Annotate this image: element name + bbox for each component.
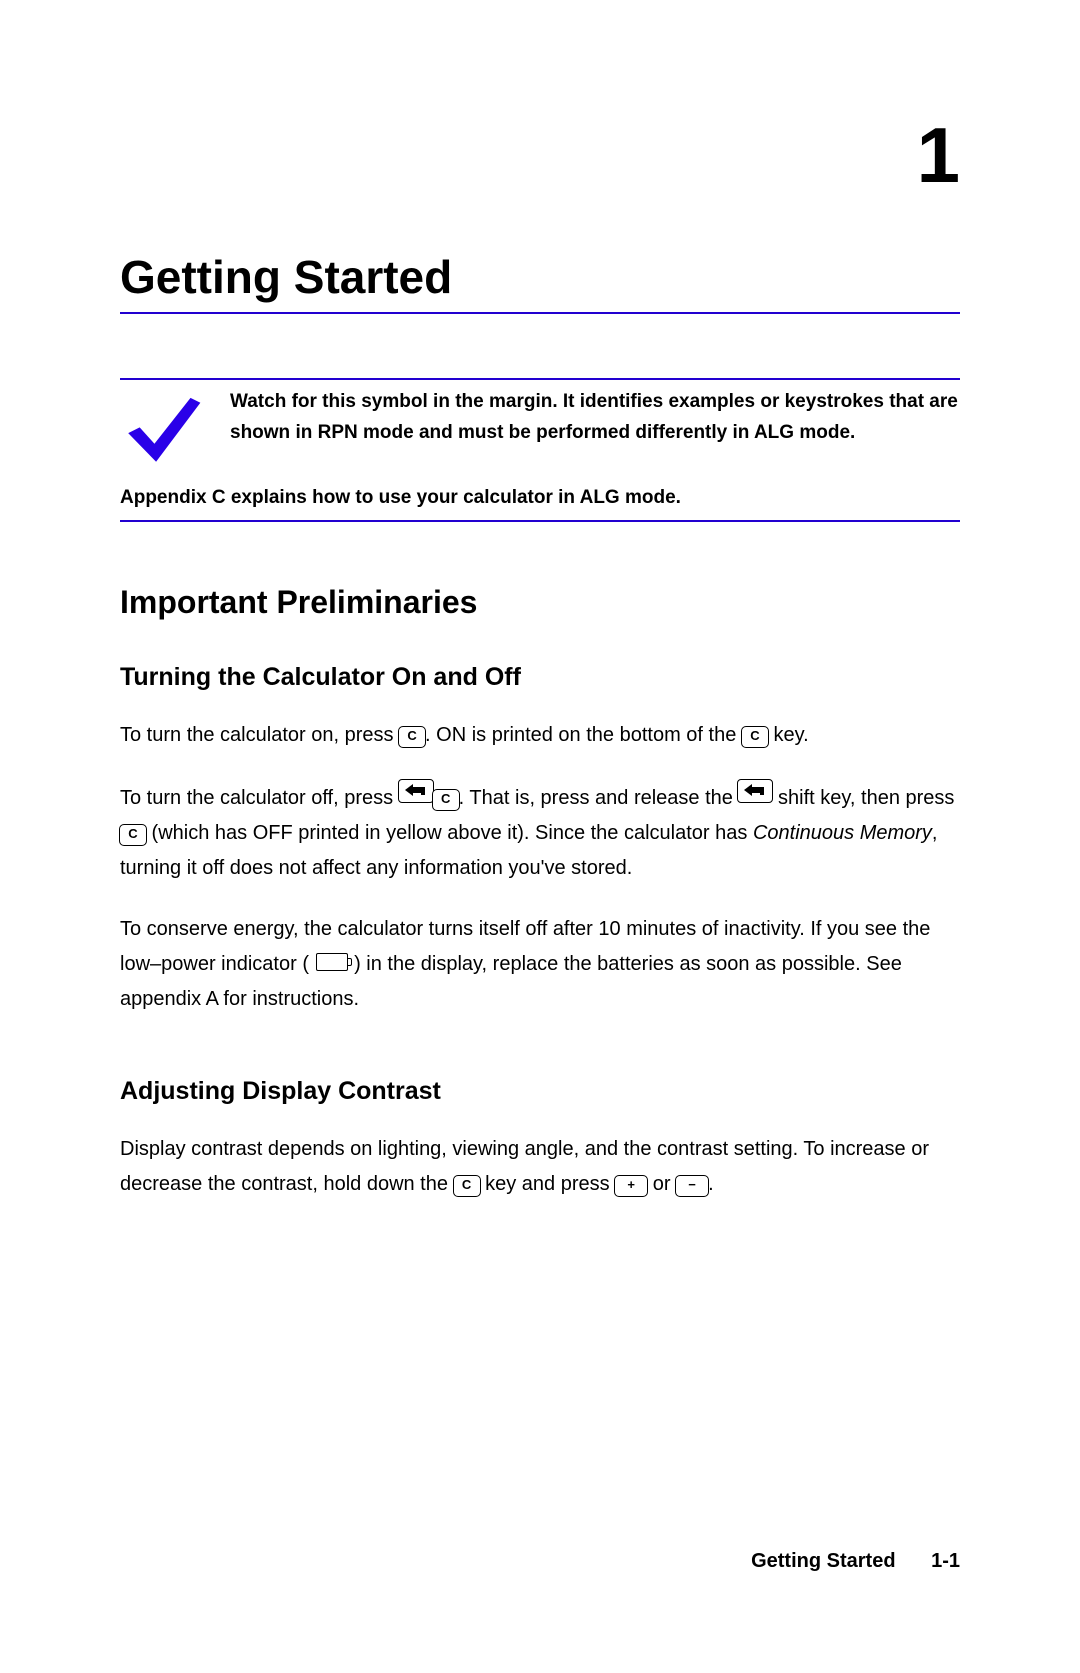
paragraph-conserve: To conserve energy, the calculator turns…: [120, 912, 960, 1017]
callout-text-1: Watch for this symbol in the margin. It …: [230, 386, 960, 449]
keycap-c: C: [432, 789, 460, 811]
checkmark-icon: [120, 388, 202, 470]
keycap-c: C: [398, 726, 426, 748]
page-footer: Getting Started 1-1: [751, 1550, 960, 1573]
callout-content: Watch for this symbol in the margin. It …: [120, 380, 960, 520]
paragraph-contrast: Display contrast depends on lighting, vi…: [120, 1132, 960, 1202]
text: key and press: [485, 1173, 615, 1195]
text: (which has OFF printed in yellow above i…: [146, 822, 753, 844]
callout-text-2: Appendix C explains how to use your calc…: [120, 482, 960, 513]
section-heading-on-off: Turning the Calculator On and Off: [120, 663, 960, 692]
keycap-plus: +: [614, 1175, 648, 1197]
divider: [120, 312, 960, 314]
footer-page-number: 1-1: [931, 1550, 960, 1572]
keycap-shift: [398, 779, 434, 803]
callout-box: Watch for this symbol in the margin. It …: [120, 378, 960, 522]
paragraph-turn-on: To turn the calculator on, press C. ON i…: [120, 718, 960, 753]
text: To turn the calculator off, press: [120, 787, 399, 809]
text: To turn the calculator on, press: [120, 724, 399, 746]
divider: [120, 520, 960, 522]
battery-icon: [316, 953, 348, 971]
footer-title: Getting Started: [751, 1550, 895, 1572]
text: . That is, press and release the: [459, 787, 739, 809]
section-heading-preliminaries: Important Preliminaries: [120, 584, 960, 621]
text: key.: [773, 724, 808, 746]
text: shift key, then press: [772, 787, 954, 809]
text: or: [647, 1173, 676, 1195]
keycap-c: C: [453, 1175, 481, 1197]
keycap-shift: [737, 779, 773, 803]
keycap-c: C: [741, 726, 769, 748]
keycap-minus: −: [675, 1175, 709, 1197]
document-page: 1 Getting Started Watch for this symbol …: [0, 0, 1080, 1673]
chapter-number: 1: [917, 110, 960, 201]
text: . ON is printed on the bottom of the: [425, 724, 742, 746]
chapter-title: Getting Started: [120, 250, 960, 304]
paragraph-turn-off: To turn the calculator off, press C. Tha…: [120, 779, 960, 886]
text-italic: Continuous Memory: [753, 822, 932, 844]
keycap-c: C: [119, 824, 147, 846]
section-heading-contrast: Adjusting Display Contrast: [120, 1077, 960, 1106]
